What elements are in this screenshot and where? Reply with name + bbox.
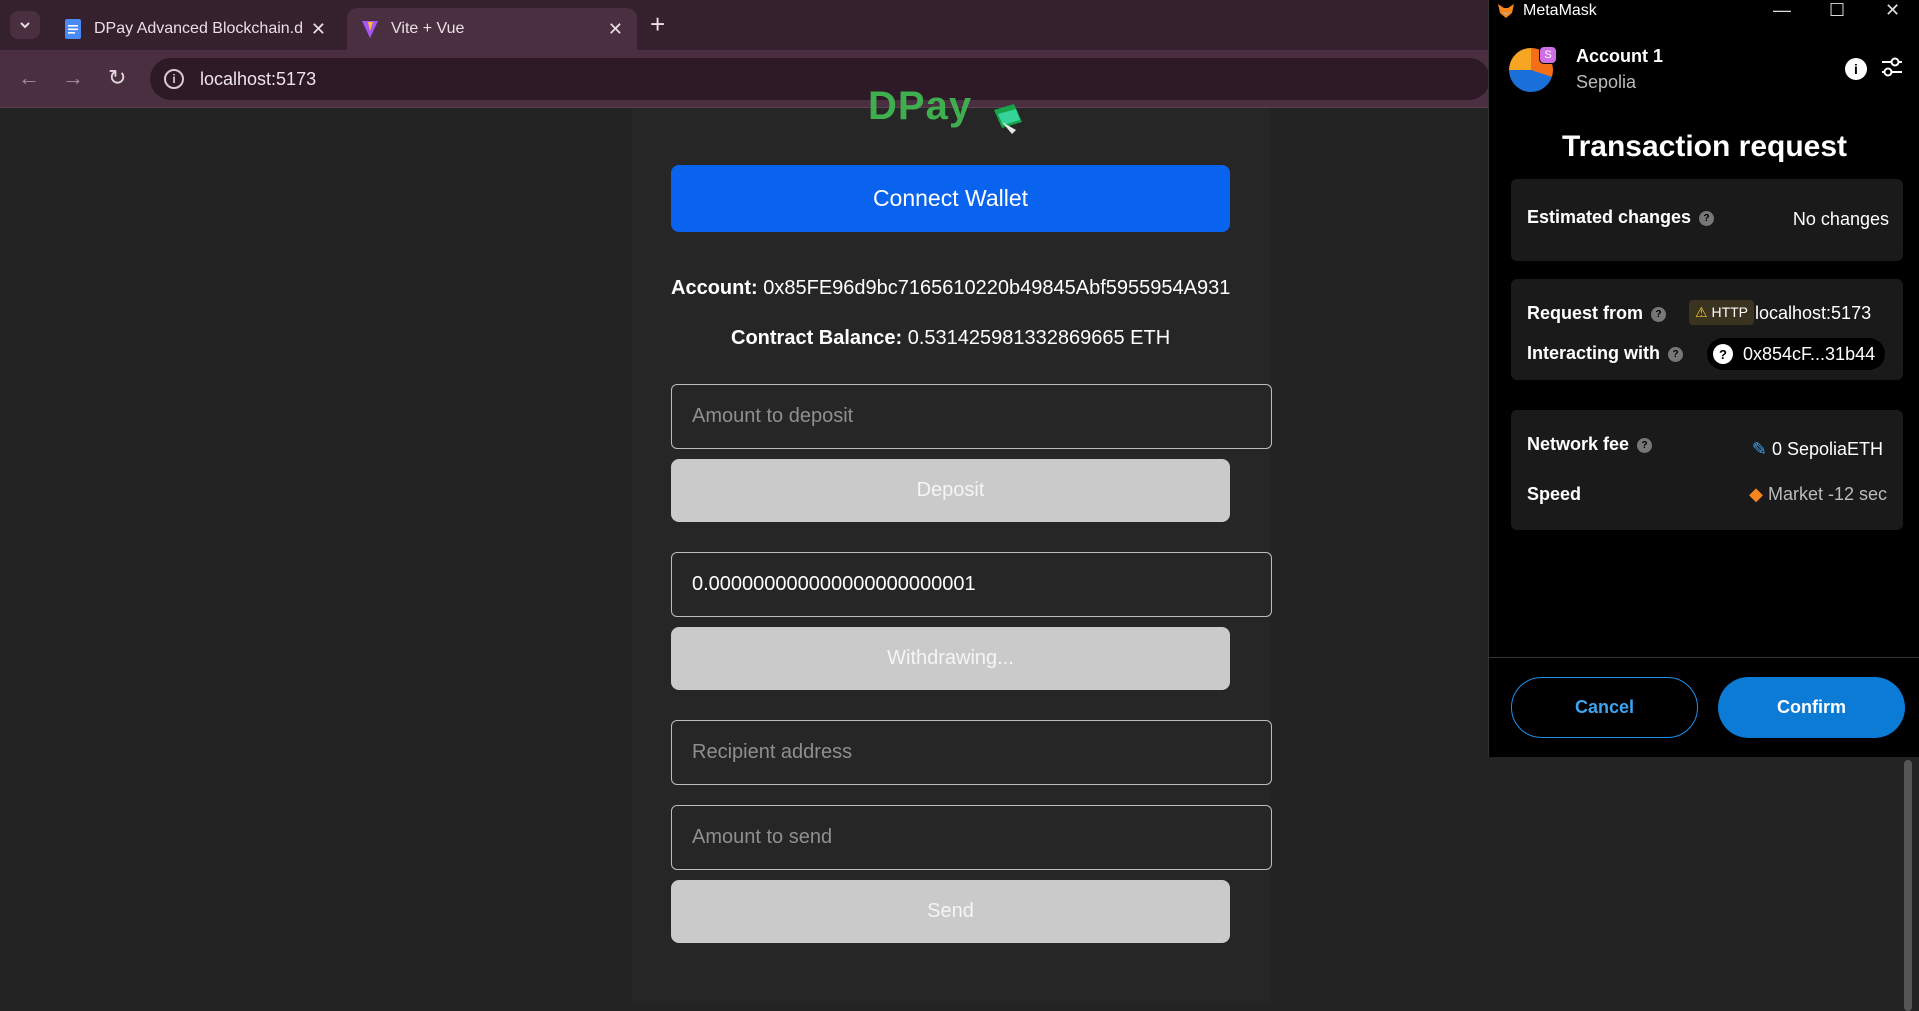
interacting-with-label: Interacting with? [1527,343,1684,364]
metamask-titlebar: MetaMask [1489,0,1919,22]
vite-icon [362,21,378,38]
help-icon[interactable]: ? [1651,307,1667,322]
money-icon [994,104,1022,134]
estimated-changes-label: Estimated changes? [1527,207,1715,228]
balance-value: 0.531425981332869665 ETH [907,327,1171,349]
sliders-icon[interactable] [1879,54,1905,80]
request-from-label: Request from? [1527,303,1667,324]
contract-address-pill[interactable]: ? 0x854cF...31b44 [1707,338,1886,370]
contract-address-text: 0x854cF...31b44 [1743,343,1876,364]
account-address: 0x85FE96d9bc7165610220b49845Abf5955954A9… [763,277,1231,299]
app-logo: DPay [868,88,973,128]
network-fee-text-value: 0 SepoliaETH [1771,439,1883,459]
transaction-title: Transaction request [1561,130,1848,163]
tab-search-button[interactable] [10,11,40,39]
network-name: Sepolia [1576,72,1637,92]
tab-title: Vite + Vue [391,20,465,37]
chevron-down-icon [20,22,30,29]
close-icon[interactable]: ✕ [608,19,623,40]
network-fee-value[interactable]: ✎ 0 SepoliaETH [1752,439,1883,460]
unknown-contract-icon: ? [1713,344,1733,364]
account-name: Account 1 [1576,46,1664,66]
speed-value: ◆ Market -12 sec [1749,484,1887,505]
metamask-window-title: MetaMask [1523,2,1597,19]
site-info-icon[interactable]: i [164,69,184,89]
help-icon[interactable]: ? [1699,211,1715,226]
new-tab-button[interactable]: + [650,10,665,38]
recipient-address-input[interactable] [671,720,1272,785]
network-fee-label: Network fee? [1527,434,1653,455]
edit-pencil-icon: ✎ [1751,439,1767,459]
balance-label: Contract Balance: [731,327,903,349]
page-scrollbar[interactable] [1904,760,1912,1011]
request-from-value: localhost:5173 [1755,303,1872,323]
speed-text: Market -12 sec [1767,484,1887,504]
account-line: Account: 0x85FE96d9bc7165610220b49845Abf… [671,277,1230,300]
fee-details-card: Network fee? ✎ 0 SepoliaETH Speed ◆ Mark… [1511,410,1903,530]
network-badge: S [1539,46,1557,64]
forward-arrow-icon[interactable]: → [62,66,84,90]
connect-wallet-button[interactable]: Connect Wallet [671,165,1230,232]
back-arrow-icon[interactable]: ← [18,66,40,90]
footer-divider [1489,657,1919,658]
warning-icon: ⚠ [1695,304,1708,320]
estimated-changes-card: Estimated changes? No changes [1511,179,1903,261]
tab-title: DPay Advanced Blockchain.doc [94,20,303,37]
url-text: localhost:5173 [200,68,317,89]
account-header: S Account 1 Sepolia i [1509,46,1909,98]
address-bar[interactable]: i localhost:5173 [150,58,1490,100]
minimize-icon[interactable]: — [1773,0,1791,21]
send-amount-input[interactable] [671,805,1272,870]
cancel-button[interactable]: Cancel [1511,677,1698,738]
estimated-changes-value: No changes [1792,209,1889,229]
deposit-amount-input[interactable] [671,384,1272,449]
http-badge-text: HTTP [1711,304,1749,320]
close-icon[interactable]: ✕ [1885,0,1900,21]
google-docs-icon [65,19,81,39]
metamask-fox-icon [1498,4,1514,18]
speed-label: Speed [1527,484,1582,504]
reload-icon[interactable]: ↻ [108,66,126,90]
http-warning-badge: ⚠ HTTP [1689,300,1755,325]
info-icon[interactable]: i [1845,58,1867,80]
estimated-changes-text: Estimated changes [1527,207,1692,227]
tab-vite-vue[interactable]: Vite + Vue ✕ [347,8,637,50]
request-details-card: Request from? ⚠ HTTP localhost:5173 Inte… [1511,279,1903,380]
account-label: Account: [671,277,758,299]
send-button[interactable]: Send [671,880,1230,943]
request-from-text: Request from [1527,303,1644,323]
network-fee-text: Network fee [1527,434,1630,454]
maximize-icon[interactable]: ☐ [1829,0,1845,21]
tab-docs[interactable]: DPay Advanced Blockchain.doc ✕ [50,8,340,50]
withdraw-button[interactable]: Withdrawing... [671,627,1230,690]
balance-line: Contract Balance: 0.531425981332869665 E… [731,327,1170,350]
interacting-with-text: Interacting with [1527,343,1661,363]
confirm-button[interactable]: Confirm [1718,677,1905,738]
deposit-button[interactable]: Deposit [671,459,1230,522]
fox-speed-icon: ◆ [1749,484,1763,504]
help-icon[interactable]: ? [1668,347,1684,362]
withdraw-amount-input[interactable] [671,552,1272,617]
metamask-window: MetaMask — ☐ ✕ S Account 1 Sepolia i Tra… [1488,0,1919,757]
help-icon[interactable]: ? [1637,438,1653,453]
close-icon[interactable]: ✕ [311,19,326,40]
